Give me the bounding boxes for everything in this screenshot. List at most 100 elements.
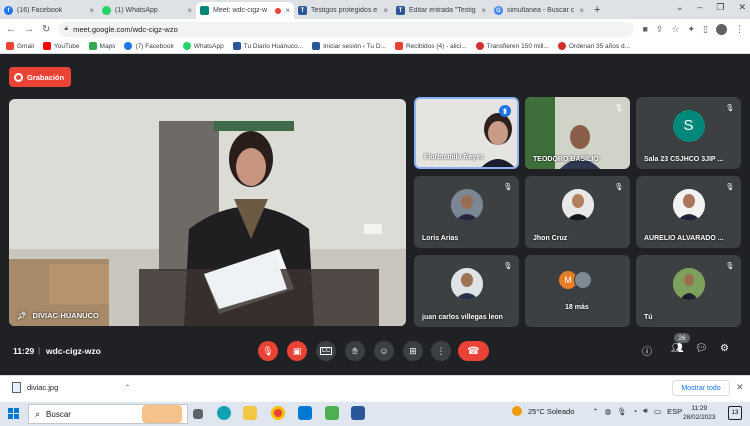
reactions-button[interactable]: ☺ xyxy=(374,341,394,361)
participant-tile-more[interactable]: M 18 más xyxy=(525,255,630,327)
mic-off-icon: 🎙︎ xyxy=(614,105,624,112)
notifications-icon[interactable]: 13 xyxy=(728,406,742,420)
google-icon: G xyxy=(494,6,503,15)
mic-off-icon: 🎙︎ xyxy=(503,263,513,270)
download-item[interactable]: diviac.jpg ⌃ xyxy=(12,382,131,393)
address-input[interactable]: 🔒︎ meet.google.com/wdc-cigz-wzo xyxy=(58,21,635,37)
tab-whatsapp[interactable]: (1) WhatsApp × xyxy=(98,2,196,19)
facebook-icon: f xyxy=(4,6,13,15)
recording-indicator[interactable]: Grabación xyxy=(9,67,71,87)
whatsapp-icon xyxy=(102,6,111,15)
participant-tile[interactable]: S 🎙︎ Sala 23 CSJHCO 3JIP ... xyxy=(636,97,741,169)
participant-tile[interactable]: 🎙︎ TEODORO BASILIO xyxy=(525,97,630,169)
camera-icon[interactable]: ■ xyxy=(642,24,647,34)
show-all-downloads-button[interactable]: Mostrar todo xyxy=(672,380,730,396)
profile-avatar[interactable] xyxy=(716,23,727,35)
close-tab-icon[interactable]: × xyxy=(89,6,94,15)
bookmark-gmail[interactable]: Gmail xyxy=(6,42,34,50)
raise-hand-button[interactable]: ✋︎ xyxy=(345,341,365,361)
word-icon[interactable] xyxy=(351,406,365,420)
participant-tile[interactable]: 🎙︎ AURELIO ALVARADO ... xyxy=(636,176,741,248)
bookmarks-bar: Gmail YouTube Maps (7) Facebook WhatsApp… xyxy=(0,39,750,54)
new-tab-button[interactable]: + xyxy=(588,4,606,19)
close-tab-icon[interactable]: × xyxy=(383,6,388,15)
facebook-icon xyxy=(124,42,133,50)
tab-testigos[interactable]: T Testigos protegidos e × xyxy=(294,2,392,19)
meeting-info-icon[interactable]: ⓘ xyxy=(642,343,652,358)
bookmark-ordenan[interactable]: Ordenan 35 años d... xyxy=(557,42,630,50)
back-icon[interactable]: ← xyxy=(6,24,16,35)
tab-search-icon[interactable]: ⌄ xyxy=(676,2,684,13)
edge-icon[interactable] xyxy=(217,406,231,420)
maximize-button[interactable]: ❐ xyxy=(716,2,724,13)
participant-tile[interactable]: 🎙︎ juan carlos villegas leon xyxy=(414,255,519,327)
bookmark-facebook[interactable]: (7) Facebook xyxy=(124,42,174,50)
present-button[interactable]: ⊞ xyxy=(403,341,423,361)
mic-icon[interactable]: 🎙︎ xyxy=(617,407,627,416)
bookmark-star-icon[interactable]: ☆ xyxy=(671,24,679,35)
bookmark-transfieren[interactable]: Transfieren 150 mill... xyxy=(475,42,549,50)
forward-icon[interactable]: → xyxy=(24,24,34,35)
tab-editar[interactable]: T Editar entrada "Testig × xyxy=(392,2,490,19)
leave-call-button[interactable]: ☎︎ xyxy=(458,341,489,361)
gmail-icon xyxy=(6,42,14,50)
participant-tile[interactable]: ▮ Florinsmila Reyes xyxy=(414,97,519,169)
menu-icon[interactable]: ⋮ xyxy=(735,24,744,35)
taskbar-widget-icon[interactable] xyxy=(142,405,182,423)
meet-stage: Grabación 📌︎ DIVIAC-HUANUCO ▮ Florinsmila… xyxy=(0,55,750,370)
close-tab-icon[interactable]: × xyxy=(579,6,584,15)
mic-off-icon: 🎙︎ xyxy=(725,263,735,270)
reload-icon[interactable]: ↻ xyxy=(42,24,50,35)
chrome-icon[interactable] xyxy=(271,406,285,420)
file-explorer-icon[interactable] xyxy=(243,406,257,420)
captions-button[interactable]: CC xyxy=(316,341,336,361)
chevron-up-icon[interactable]: ⌃ xyxy=(124,383,130,392)
close-tab-icon[interactable]: × xyxy=(481,6,486,15)
bookmark-iniciar-sesion[interactable]: Iniciar sesión ‹ Tu D... xyxy=(312,42,386,50)
participant-count-badge: 26 xyxy=(674,333,690,343)
captions-icon: CC xyxy=(319,347,333,355)
battery-icon[interactable]: ▭ xyxy=(654,407,661,416)
taskbar-clock[interactable]: 11:29 28/02/2023 xyxy=(683,404,716,422)
tab-meet[interactable]: Meet: wdc-cigz-w × xyxy=(196,2,294,19)
app-icon[interactable] xyxy=(325,406,339,420)
mail-icon[interactable] xyxy=(298,406,312,420)
whatsapp-icon xyxy=(182,42,191,50)
record-icon xyxy=(14,72,23,82)
more-options-button[interactable]: ⋮ xyxy=(431,341,451,361)
tab-facebook[interactable]: f (16) Facebook × xyxy=(0,2,98,19)
participant-tile-self[interactable]: 🎙︎ Tú xyxy=(636,255,741,327)
tab-google-search[interactable]: Gsimultanea - Buscar c × xyxy=(490,2,588,19)
participant-tile[interactable]: 🎙︎ Jhon Cruz xyxy=(525,176,630,248)
participant-tile[interactable]: 🎙︎ Loris Arias xyxy=(414,176,519,248)
extensions-icon[interactable]: ✦ xyxy=(688,24,696,35)
close-tab-icon[interactable]: × xyxy=(285,6,290,15)
participant-avatar: S xyxy=(672,109,705,142)
main-speaker-video[interactable]: 📌︎ DIVIAC-HUANUCO xyxy=(9,99,406,326)
bookmark-recibidos[interactable]: Recibidos (4) - alici... xyxy=(394,42,467,50)
network-icon[interactable]: ◍ xyxy=(605,407,612,416)
more-vert-icon: ⋮ xyxy=(436,345,446,356)
task-view-icon[interactable] xyxy=(193,409,203,419)
minimize-button[interactable]: – xyxy=(697,2,702,13)
bookmark-youtube[interactable]: YouTube xyxy=(42,42,80,50)
chevron-up-icon[interactable]: ⌃ xyxy=(592,407,598,416)
wifi-icon[interactable]: ◔ xyxy=(633,407,638,416)
close-download-bar-icon[interactable]: ✕ xyxy=(736,382,744,393)
share-icon[interactable]: ⇪ xyxy=(656,24,664,35)
people-icon[interactable]: 👥︎ xyxy=(671,343,684,354)
close-window-button[interactable]: ✕ xyxy=(738,2,746,13)
mic-off-icon: 🎙︎ xyxy=(614,184,624,191)
bookmark-whatsapp[interactable]: WhatsApp xyxy=(182,42,224,50)
chat-icon[interactable]: 💬︎ xyxy=(695,343,708,354)
windows-start-icon[interactable] xyxy=(8,408,19,419)
sidebar-icon[interactable]: ▯ xyxy=(703,24,708,35)
volume-icon[interactable]: 🔊︎ xyxy=(643,406,648,416)
input-language[interactable]: ESP xyxy=(667,407,682,416)
bookmark-tu-diario[interactable]: Tu Diario Huánuco... xyxy=(232,42,303,50)
mic-toggle-button[interactable]: 🎙︎ xyxy=(258,341,278,361)
close-tab-icon[interactable]: × xyxy=(187,6,192,15)
activities-icon[interactable]: ⚙︎ xyxy=(720,343,729,354)
camera-toggle-button[interactable]: ▣ xyxy=(287,341,307,361)
bookmark-maps[interactable]: Maps xyxy=(88,42,115,50)
